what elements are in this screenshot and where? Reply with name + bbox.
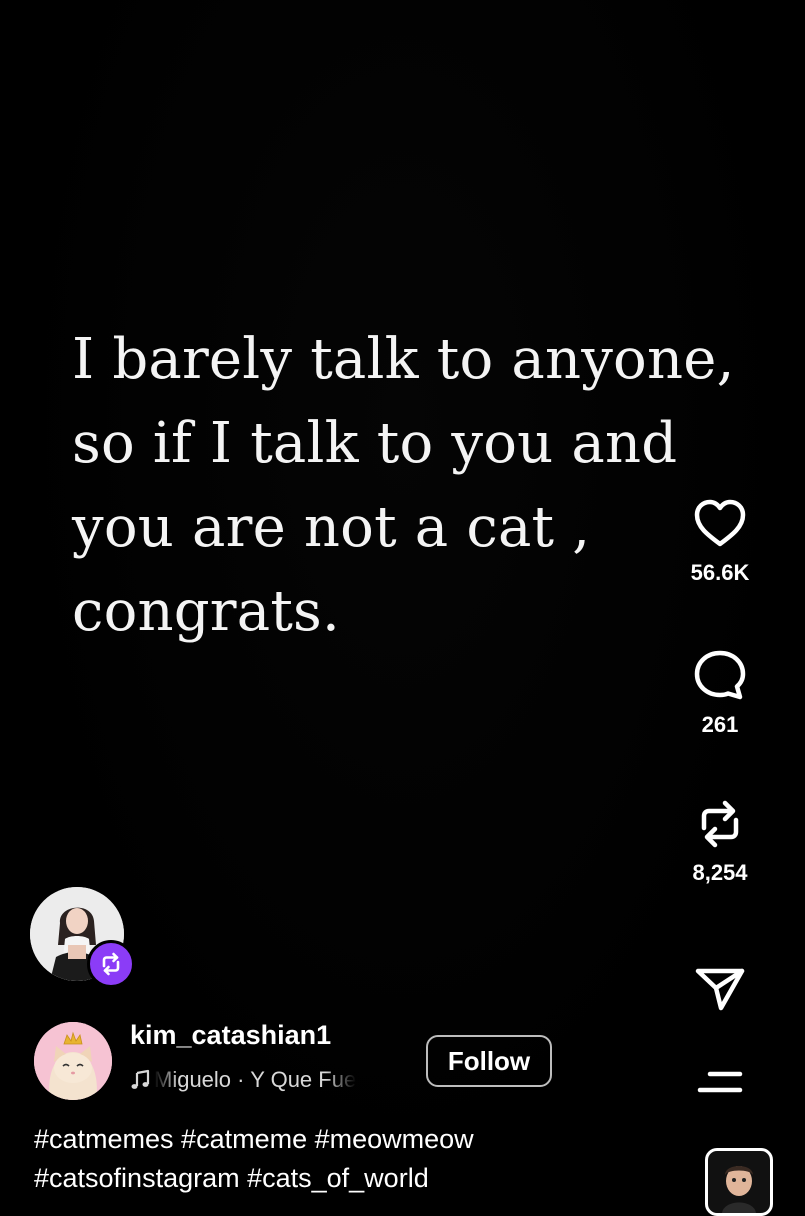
music-title: Miguelo · Y Que Fue xyxy=(154,1067,357,1092)
follow-button[interactable]: Follow xyxy=(426,1035,552,1087)
hashtag-line[interactable]: #catmemes #catmeme #meowmeow xyxy=(34,1120,674,1159)
caption-line: you are not a cat , xyxy=(72,495,591,560)
like-button[interactable]: 56.6K xyxy=(655,494,785,586)
hashtag-line[interactable]: #catsofinstagram #cats_of_world xyxy=(34,1159,674,1198)
caption-line: congrats. xyxy=(72,579,340,644)
menu-icon[interactable] xyxy=(690,1058,750,1108)
repost-badge-icon xyxy=(102,952,120,976)
action-rail: 56.6K 261 8,254 xyxy=(655,0,805,1200)
comment-count: 261 xyxy=(701,712,739,737)
share-button[interactable] xyxy=(655,958,785,1018)
send-icon[interactable] xyxy=(690,958,750,1018)
music-track[interactable]: Miguelo · Y Que Fue xyxy=(130,1063,398,1097)
comment-button[interactable]: 261 xyxy=(655,646,785,738)
memoji-avatar-icon xyxy=(722,1166,756,1213)
caption-line: so if I talk to you and xyxy=(72,411,678,476)
repost-button[interactable]: 8,254 xyxy=(655,794,785,886)
more-options-button[interactable] xyxy=(655,1058,785,1108)
author-username[interactable]: kim_catashian1 xyxy=(130,1020,331,1051)
like-count: 56.6K xyxy=(690,560,750,585)
repost-icon[interactable] xyxy=(690,794,750,854)
caption-line: I barely talk to anyone, xyxy=(72,327,735,392)
profile-thumbnail[interactable] xyxy=(705,1148,773,1216)
hashtags: #catmemes #catmeme #meowmeow #catsofinst… xyxy=(34,1120,674,1198)
heart-icon[interactable] xyxy=(690,494,750,554)
author-avatar[interactable] xyxy=(34,1022,112,1100)
cat-photo xyxy=(34,1022,112,1100)
repost-badge xyxy=(87,940,135,988)
repost-count: 8,254 xyxy=(692,860,748,885)
music-note-icon xyxy=(131,1069,150,1089)
comment-bubble-icon[interactable] xyxy=(690,646,750,706)
post-caption: I barely talk to anyone, so if I talk to… xyxy=(72,318,735,654)
